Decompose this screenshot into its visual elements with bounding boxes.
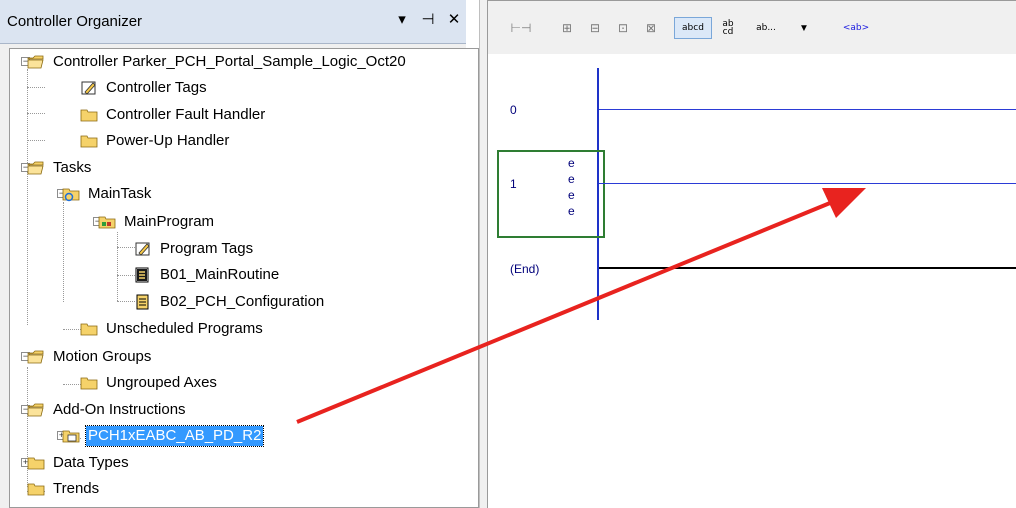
- tree-node-label: MainTask: [88, 185, 152, 202]
- tree-node[interactable]: Controller Fault Handler: [80, 104, 267, 126]
- tree-node-label: Tasks: [53, 159, 92, 176]
- abcd-button[interactable]: abcd: [674, 17, 712, 39]
- tree-node[interactable]: Unscheduled Programs: [80, 318, 265, 340]
- rung-1-error-box[interactable]: [497, 150, 605, 238]
- folder-open-icon: [27, 349, 45, 365]
- task-icon: [62, 186, 80, 202]
- aoi-icon: [62, 428, 80, 444]
- panel-splitter[interactable]: [479, 0, 487, 508]
- ab-ellipsis-button[interactable]: ab...: [744, 17, 788, 39]
- folder-icon: [80, 375, 98, 391]
- branch-icon[interactable]: ⊞: [556, 17, 578, 39]
- folder-icon: [80, 133, 98, 149]
- tree-node[interactable]: MainTask: [62, 183, 153, 205]
- routine-icon: [134, 294, 152, 310]
- folder-icon: [80, 321, 98, 337]
- organizer-header: Controller Organizer ▾ ⊣ ✕: [0, 0, 466, 44]
- folder-icon: [27, 455, 45, 471]
- tree-node-label: Trends: [53, 480, 100, 497]
- pin-icon[interactable]: ⊣: [418, 9, 438, 31]
- tree-node[interactable]: MainProgram: [98, 211, 216, 233]
- tree-node-label: Power-Up Handler: [106, 132, 230, 149]
- ladder-diagram[interactable]: 0 e e e e 1 (End): [487, 54, 1016, 508]
- controller-organizer-panel: Controller Organizer ▾ ⊣ ✕ − Controller P…: [0, 0, 479, 508]
- ladder-editor: ⊢⊣ ⊞ ⊟ ⊡ ⊠ abcd ab cd ab... ▼ <ab> 0 e e…: [487, 0, 1016, 508]
- tree-node-label: Unscheduled Programs: [106, 320, 263, 337]
- tree-node-label: Add-On Instructions: [53, 401, 186, 418]
- tree-node-label: Controller Tags: [106, 79, 207, 96]
- tree-node[interactable]: Trends: [27, 478, 101, 500]
- tree-node-label: B01_MainRoutine: [160, 266, 280, 283]
- tags-icon: [80, 80, 98, 96]
- rung-end-label[interactable]: (End): [510, 262, 539, 276]
- tree-node[interactable]: Power-Up Handler: [80, 130, 231, 152]
- tree-node-label: Controller Parker_PCH_Portal_Sample_Logi…: [53, 53, 406, 70]
- tree-node[interactable]: Controller Tags: [80, 77, 209, 99]
- rung-error-marker: e: [568, 188, 575, 202]
- panel-menu-dropdown-icon[interactable]: ▾: [392, 9, 412, 31]
- rung-error-marker: e: [568, 156, 575, 170]
- rung-error-marker: e: [568, 172, 575, 186]
- tree-node[interactable]: Add-On Instructions: [27, 399, 188, 421]
- tree-node[interactable]: Tasks: [27, 157, 93, 179]
- xio-icon[interactable]: ⊠: [640, 17, 662, 39]
- tree-node-label: MainProgram: [124, 213, 215, 230]
- tree-node[interactable]: PCH1xEABC_AB_PD_R2: [62, 425, 265, 447]
- folder-open-icon: [27, 160, 45, 176]
- close-icon[interactable]: ✕: [444, 9, 464, 31]
- main-routine-icon: [134, 267, 152, 283]
- organizer-title: Controller Organizer: [7, 13, 143, 30]
- toolbar-dropdown-icon[interactable]: ▼: [794, 17, 814, 39]
- tree-node[interactable]: Program Tags: [134, 238, 255, 260]
- rung-insert-icon[interactable]: ⊢⊣: [510, 17, 532, 39]
- branch-level-icon[interactable]: ⊟: [584, 17, 606, 39]
- tree-node[interactable]: B01_MainRoutine: [134, 264, 281, 286]
- tree-node-label: Data Types: [53, 454, 129, 471]
- end-rung-line: [599, 267, 1016, 269]
- folder-open-icon: [27, 402, 45, 418]
- tree-node-label: Program Tags: [160, 240, 254, 257]
- tree-node-label: PCH1xEABC_AB_PD_R2: [84, 425, 265, 447]
- rung-1-line[interactable]: [599, 183, 1016, 184]
- tags-icon: [134, 241, 152, 257]
- rung-number[interactable]: 0: [510, 103, 517, 117]
- tree-node-label: Ungrouped Axes: [106, 374, 217, 391]
- folder-icon: [27, 481, 45, 497]
- tree-node-label: Motion Groups: [53, 348, 152, 365]
- tree-node[interactable]: Motion Groups: [27, 346, 153, 368]
- rung-error-marker: e: [568, 204, 575, 218]
- ab-tag-button[interactable]: <ab>: [836, 17, 876, 39]
- folder-icon: [80, 107, 98, 123]
- tree-node[interactable]: B02_PCH_Configuration: [134, 291, 326, 313]
- tree-node-label: Controller Fault Handler: [106, 106, 266, 123]
- tree-node[interactable]: Ungrouped Axes: [80, 372, 219, 394]
- ladder-toolbar: ⊢⊣ ⊞ ⊟ ⊡ ⊠ abcd ab cd ab... ▼ <ab>: [487, 0, 1016, 54]
- tree-node[interactable]: Controller Parker_PCH_Portal_Sample_Logi…: [27, 51, 408, 73]
- xic-icon[interactable]: ⊡: [612, 17, 634, 39]
- folder-open-icon: [27, 54, 45, 70]
- rung-0-line[interactable]: [599, 109, 1016, 110]
- abcd-stacked-button[interactable]: ab cd: [718, 17, 738, 39]
- tree-node-label: B02_PCH_Configuration: [160, 293, 325, 310]
- tree-node[interactable]: Data Types: [27, 452, 131, 474]
- rung-number[interactable]: 1: [510, 177, 517, 191]
- program-icon: [98, 214, 116, 230]
